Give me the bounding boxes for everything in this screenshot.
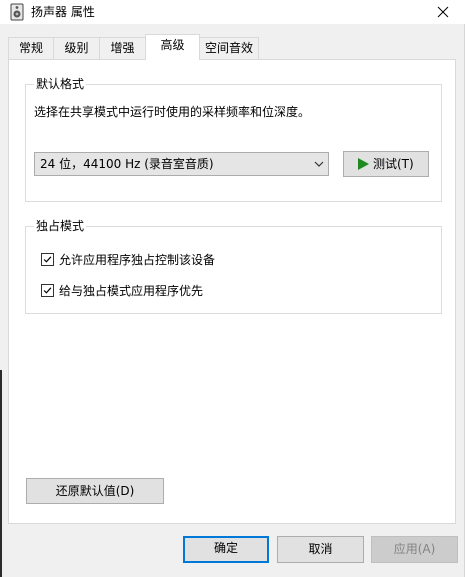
tab-advanced[interactable]: 高级 — [145, 34, 200, 60]
default-format-title: 默认格式 — [34, 76, 87, 92]
exclusive-mode-title: 独占模式 — [34, 218, 87, 234]
tab-enhancements[interactable]: 增强 — [99, 37, 146, 59]
tab-levels[interactable]: 级别 — [53, 37, 100, 59]
tab-general[interactable]: 常规 — [8, 37, 54, 59]
default-format-group: 默认格式 选择在共享模式中运行时使用的采样频率和位深度。 24 位，44100 … — [25, 76, 442, 202]
test-button-label: 测试(T) — [373, 157, 414, 171]
allow-exclusive-control-label: 允许应用程序独占控制该设备 — [59, 253, 216, 267]
exclusive-mode-group: 独占模式 允许应用程序独占控制该设备 给与独占模式应用程序优先 — [25, 218, 442, 314]
allow-exclusive-control-checkbox[interactable] — [41, 253, 54, 266]
speaker-icon — [10, 3, 24, 21]
default-format-description: 选择在共享模式中运行时使用的采样频率和位深度。 — [34, 105, 311, 119]
ok-button[interactable]: 确定 — [183, 536, 269, 563]
cancel-button[interactable]: 取消 — [277, 536, 364, 563]
apply-button: 应用(A) — [371, 536, 458, 563]
tab-panel-advanced: 默认格式 选择在共享模式中运行时使用的采样频率和位深度。 24 位，44100 … — [8, 59, 456, 524]
sample-rate-dropdown[interactable]: 24 位，44100 Hz (录音室音质) — [34, 152, 329, 176]
exclusive-priority-label: 给与独占模式应用程序优先 — [59, 284, 204, 298]
close-button[interactable] — [421, 0, 465, 24]
close-icon — [437, 6, 449, 18]
chevron-down-icon — [314, 161, 324, 167]
play-icon — [358, 158, 369, 170]
title-bar: 扬声器 属性 — [0, 0, 465, 24]
window-title: 扬声器 属性 — [31, 5, 95, 19]
background-window-edge — [0, 370, 2, 577]
sample-rate-value: 24 位，44100 Hz (录音室音质) — [40, 157, 214, 171]
tab-spatial-sound[interactable]: 空间音效 — [199, 37, 259, 59]
properties-window: 扬声器 属性 常规 级别 增强 高级 空间音效 默认格式 选择在共享模式中运行时… — [0, 0, 465, 577]
test-button[interactable]: 测试(T) — [343, 151, 429, 177]
restore-defaults-button[interactable]: 还原默认值(D) — [26, 478, 164, 504]
exclusive-priority-checkbox[interactable] — [41, 284, 54, 297]
